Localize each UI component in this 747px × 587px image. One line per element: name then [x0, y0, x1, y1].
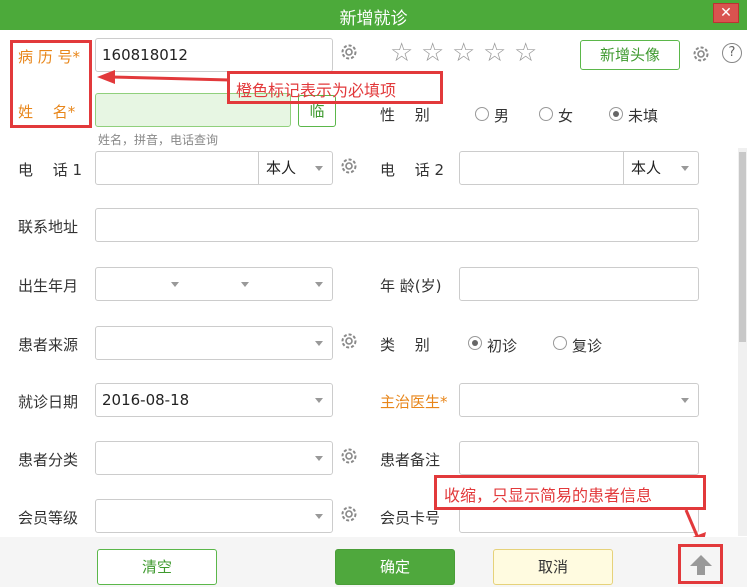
star-icon[interactable]: ☆ — [514, 38, 537, 68]
gear-icon[interactable] — [339, 504, 359, 524]
remark-input[interactable] — [459, 441, 699, 475]
phone2-input[interactable]: 本人 — [459, 151, 699, 185]
arrow-icon — [97, 70, 230, 84]
star-icon[interactable]: ☆ — [390, 38, 413, 68]
phone1-relation[interactable]: 本人 — [266, 152, 296, 184]
record-no-input[interactable]: 160818012 — [95, 38, 333, 72]
scrollbar-thumb[interactable] — [739, 152, 746, 342]
visit-date-value: 2016-08-18 — [102, 391, 190, 409]
star-icon[interactable]: ☆ — [421, 38, 444, 68]
confirm-button[interactable]: 确定 — [335, 549, 455, 585]
source-select[interactable] — [95, 326, 333, 360]
gender-female-radio[interactable] — [539, 107, 553, 121]
gear-icon[interactable] — [691, 44, 711, 64]
member-level-label: 会员等级 — [18, 509, 79, 527]
required-fields-highlight — [10, 40, 92, 128]
arrow-up-icon — [690, 555, 712, 575]
gender-male-label: 男 — [494, 107, 510, 125]
visit-date-label: 就诊日期 — [18, 393, 79, 411]
star-icon[interactable]: ☆ — [483, 38, 506, 68]
phone2-label: 电 话 2 — [380, 161, 445, 179]
phone2-relation[interactable]: 本人 — [631, 152, 661, 184]
cancel-button[interactable]: 取消 — [493, 549, 613, 585]
remark-label: 患者备注 — [380, 451, 441, 469]
address-label: 联系地址 — [18, 218, 79, 236]
age-input[interactable] — [459, 267, 699, 301]
scrollbar[interactable] — [738, 148, 747, 536]
chevron-down-icon — [171, 282, 179, 287]
chevron-down-icon — [315, 398, 323, 403]
birth-select[interactable] — [95, 267, 333, 301]
member-card-label: 会员卡号 — [380, 509, 441, 527]
star-icon[interactable]: ☆ — [452, 38, 475, 68]
doctor-label: 主治医生* — [380, 393, 448, 411]
visit-return-label: 复诊 — [572, 337, 603, 355]
chevron-down-icon — [315, 166, 323, 171]
visit-first-radio[interactable] — [468, 336, 482, 350]
category-label: 患者分类 — [18, 451, 79, 469]
name-hint: 姓名，拼音，电话查询 — [98, 133, 219, 147]
birth-label: 出生年月 — [18, 277, 79, 295]
collapse-button[interactable] — [678, 544, 723, 584]
gear-icon[interactable] — [339, 446, 359, 466]
required-note-text: 橙色标记表示为必填项 — [236, 81, 397, 100]
gender-label: 性 别 — [380, 106, 430, 124]
rating-stars[interactable]: ☆ ☆ ☆ ☆ ☆ — [390, 38, 540, 68]
visit-first-label: 初诊 — [487, 337, 518, 355]
gear-icon[interactable] — [339, 331, 359, 351]
chevron-down-icon — [315, 456, 323, 461]
doctor-select[interactable] — [459, 383, 699, 417]
collapse-note-text: 收缩，只显示简易的患者信息 — [444, 486, 653, 505]
gear-icon[interactable] — [339, 42, 359, 62]
category-select[interactable] — [95, 441, 333, 475]
title-bar: 新增就诊 ✕ — [0, 0, 747, 30]
chevron-down-icon — [315, 341, 323, 346]
chevron-down-icon — [315, 514, 323, 519]
gender-male-radio[interactable] — [475, 107, 489, 121]
close-button[interactable]: ✕ — [713, 3, 739, 23]
age-label: 年 龄(岁) — [380, 277, 442, 295]
gender-female-label: 女 — [558, 107, 574, 125]
gender-unset-radio[interactable] — [609, 107, 623, 121]
gender-unset-label: 未填 — [628, 107, 659, 125]
visit-type-label: 类 别 — [380, 336, 430, 354]
chevron-down-icon — [315, 282, 323, 287]
visit-date-select[interactable]: 2016-08-18 — [95, 383, 333, 417]
phone1-input[interactable]: 本人 — [95, 151, 333, 185]
window-title: 新增就诊 — [339, 9, 408, 29]
clear-button[interactable]: 清空 — [97, 549, 217, 585]
help-icon[interactable]: ? — [722, 43, 742, 63]
add-avatar-button[interactable]: 新增头像 — [580, 40, 680, 70]
address-input[interactable] — [95, 208, 699, 242]
visit-return-radio[interactable] — [553, 336, 567, 350]
gear-icon[interactable] — [339, 156, 359, 176]
chevron-down-icon — [681, 166, 689, 171]
phone1-label: 电 话 1 — [18, 161, 83, 179]
chevron-down-icon — [681, 398, 689, 403]
member-level-select[interactable] — [95, 499, 333, 533]
chevron-down-icon — [241, 282, 249, 287]
source-label: 患者来源 — [18, 336, 79, 354]
